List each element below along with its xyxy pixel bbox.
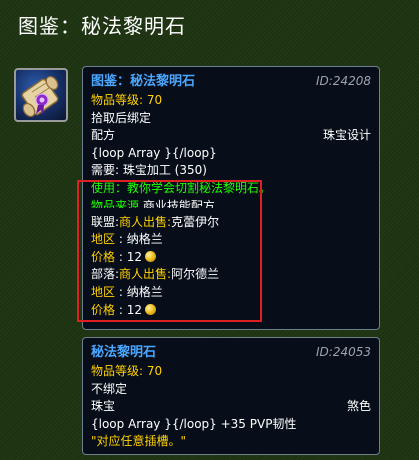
horde-seller-name[interactable]: 阿尔德兰: [171, 267, 219, 281]
gold-coin-icon: [144, 250, 156, 262]
recipe-use-text: 使用：教你学会切割秘法黎明石。: [91, 180, 272, 195]
recipe-level-label: 物品等级:: [91, 93, 144, 107]
alliance-zone-value[interactable]: 纳格兰: [127, 232, 163, 246]
horde-price-value: 12: [126, 302, 142, 317]
gem-type-row: 珠宝 煞色: [91, 398, 371, 416]
horde-price-label: 价格: [91, 302, 116, 317]
horde-zone-row: 地区 : 纳格兰: [91, 284, 163, 299]
recipe-type-row: 配方 珠宝设计: [91, 127, 371, 145]
alliance-zone-label: 地区: [91, 232, 116, 247]
recipe-type: 配方: [91, 128, 116, 143]
recipe-tooltip: 图鉴：秘法黎明石 ID:24208 物品等级: 70 拾取后绑定 配方 珠宝设计…: [82, 66, 380, 330]
horde-seller-row: 部落:商人出售:阿尔德兰: [91, 266, 371, 284]
page-title: 图鉴：秘法黎明石: [18, 14, 186, 38]
gem-level-value: 70: [146, 364, 163, 378]
gem-name-link[interactable]: 秘法黎明石: [91, 345, 156, 360]
recipe-requires: 需要: 珠宝加工 (350): [91, 163, 207, 178]
recipe-source-row: 物品来源 商业技能配方: [91, 198, 371, 208]
horde-zone-value[interactable]: 纳格兰: [127, 285, 163, 299]
alliance-price-label: 价格: [91, 249, 116, 264]
gem-bind: 不绑定: [91, 381, 128, 396]
gem-tooltip: 秘法黎明石 ID:24053 物品等级: 70 不绑定 珠宝 煞色 {loop …: [82, 337, 380, 455]
alliance-faction: 联盟:: [91, 214, 120, 229]
alliance-price-value: 12: [126, 249, 142, 264]
gem-title-row: 秘法黎明石 ID:24053: [91, 343, 371, 362]
gem-level-row: 物品等级: 70: [91, 363, 371, 381]
alliance-zone-row: 地区 : 纳格兰: [91, 232, 163, 247]
recipe-level-value: 70: [146, 93, 163, 107]
gem-level-label: 物品等级:: [91, 364, 144, 378]
horde-seller-label: 商人出售:: [119, 267, 172, 282]
recipe-title-row: 图鉴：秘法黎明石 ID:24208: [91, 72, 371, 91]
gem-color: 煞色: [346, 399, 371, 414]
recipe-name-link[interactable]: 图鉴：秘法黎明石: [91, 74, 195, 89]
alliance-seller-row: 联盟:商人出售:克蕾伊尔: [91, 214, 371, 232]
alliance-seller-label: 商人出售:: [119, 214, 172, 229]
horde-faction: 部落:: [91, 267, 120, 282]
recipe-category: 珠宝设计: [322, 128, 371, 143]
gem-type: 珠宝: [91, 399, 116, 414]
recipe-bind: 拾取后绑定: [91, 110, 152, 125]
horde-zone-label: 地区: [91, 284, 116, 299]
alliance-seller-name[interactable]: 克蕾伊尔: [171, 215, 219, 229]
gem-flavor-text: "对应任意插槽。": [91, 434, 187, 449]
gem-stats: {loop Array }{/loop} +35 PVP韧性: [91, 416, 297, 431]
recipe-id: ID:24208: [316, 74, 371, 88]
scroll-recipe-icon[interactable]: [14, 68, 68, 122]
recipe-source-value: 商业技能配方: [142, 198, 215, 208]
recipe-level-row: 物品等级: 70: [91, 92, 371, 110]
recipe-template-text: {loop Array }{/loop}: [91, 145, 217, 160]
recipe-source-label: 物品来源: [91, 198, 140, 208]
gem-id: ID:24053: [316, 345, 371, 359]
alliance-price-row: 价格 : 12: [91, 249, 371, 267]
horde-price-row: 价格 : 12: [91, 302, 371, 320]
gold-coin-icon: [144, 303, 156, 315]
